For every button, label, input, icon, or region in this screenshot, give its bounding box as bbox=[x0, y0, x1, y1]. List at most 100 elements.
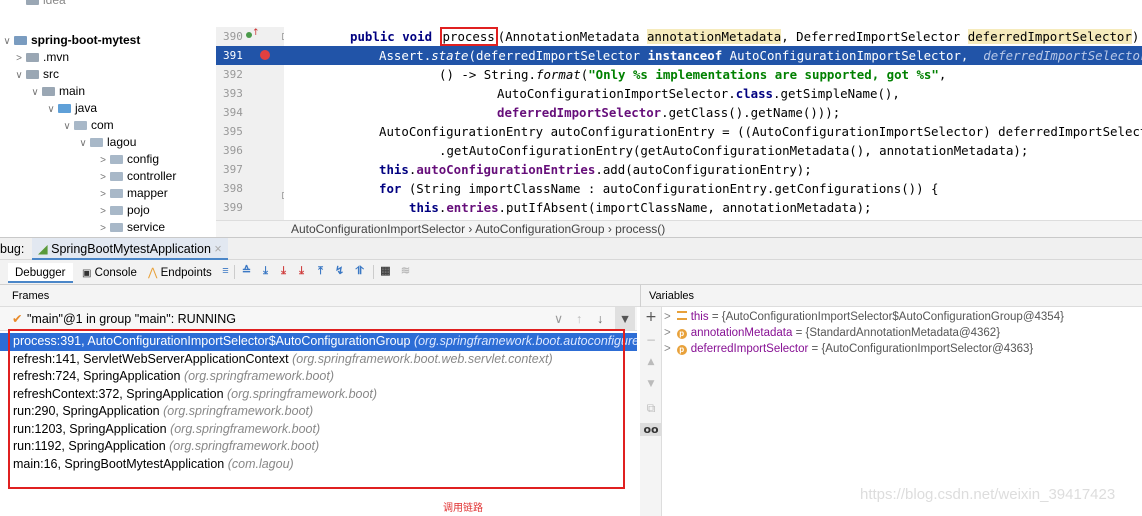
trace-icon[interactable]: ≋ bbox=[400, 266, 411, 277]
package-icon bbox=[74, 121, 87, 130]
chevron-down-icon[interactable]: ∨ bbox=[44, 101, 58, 118]
folder-icon bbox=[26, 70, 39, 79]
package-icon bbox=[110, 155, 123, 164]
move-up-icon[interactable]: ▲ bbox=[640, 357, 662, 367]
line-number: 393 bbox=[223, 87, 243, 100]
code-line-390: public void process (AnnotationMetadata a… bbox=[350, 27, 1140, 46]
tree-item-com[interactable]: ∨ com bbox=[60, 117, 113, 135]
show-execution-point-icon[interactable]: ≙ bbox=[241, 266, 252, 277]
tree-item-mapper[interactable]: > mapper bbox=[96, 185, 168, 202]
debug-session-tab[interactable]: ◢ SpringBootMytestApplication × bbox=[32, 238, 228, 260]
chevron-down-icon[interactable]: ∨ bbox=[0, 33, 14, 50]
parameter-icon: p bbox=[676, 329, 687, 339]
breadcrumb[interactable]: AutoConfigurationImportSelector › AutoCo… bbox=[216, 220, 1142, 237]
variable-row[interactable]: > p annotationMetadata = {StandardAnnotati… bbox=[664, 325, 1000, 341]
chevron-right-icon[interactable]: > bbox=[664, 327, 671, 339]
chevron-right-icon[interactable]: > bbox=[96, 203, 110, 220]
frames-menu-icon[interactable]: ≡ bbox=[220, 266, 231, 277]
tree-item-java[interactable]: ∨ java bbox=[44, 100, 97, 117]
show-watches-icon[interactable]: oo bbox=[640, 423, 662, 436]
variables-toolstrip: + − ▲ ▼ ⧉ oo bbox=[640, 307, 662, 516]
variable-row[interactable]: > p deferredImportSelector = {AutoConfigur… bbox=[664, 341, 1033, 357]
chevron-right-icon[interactable]: > bbox=[664, 311, 671, 323]
field-icon bbox=[676, 311, 687, 320]
checkmark-icon: ✔ bbox=[12, 312, 23, 326]
move-down-icon[interactable]: ▼ bbox=[640, 379, 662, 389]
tab-debugger[interactable]: Debugger bbox=[8, 263, 73, 283]
tree-item-controller[interactable]: > controller bbox=[96, 168, 176, 185]
tree-item-config[interactable]: > config bbox=[96, 151, 159, 168]
add-watch-icon[interactable]: + bbox=[640, 309, 662, 325]
copy-icon[interactable]: ⧉ bbox=[640, 401, 662, 416]
call-chain-annotation-box bbox=[8, 329, 625, 489]
arrow-up-icon[interactable]: ↑ bbox=[576, 307, 582, 331]
chevron-right-icon[interactable]: > bbox=[96, 220, 110, 236]
variables-header: Variables bbox=[641, 285, 1142, 307]
tree-item-src[interactable]: ∨ src bbox=[12, 66, 59, 83]
code-line-392: () -> String.format("Only %s implementat… bbox=[439, 67, 947, 82]
close-icon[interactable]: × bbox=[214, 242, 221, 256]
tree-item-idea[interactable]: idea bbox=[26, 0, 66, 9]
package-icon bbox=[110, 223, 123, 232]
step-out-icon[interactable]: ⤒ bbox=[315, 266, 326, 277]
arrow-up-icon: ↑ bbox=[252, 28, 260, 38]
method-name-highlight: process bbox=[439, 27, 498, 46]
tab-console[interactable]: ▣ Console bbox=[82, 263, 137, 283]
code-line-396: .getAutoConfigurationEntry(getAutoConfig… bbox=[439, 143, 1029, 158]
code-editor[interactable]: public void process (AnnotationMetadata a… bbox=[284, 27, 1142, 220]
inline-debug-hint: deferredImportSelector bbox=[983, 48, 1142, 63]
toolbar-divider bbox=[373, 265, 374, 279]
line-number: 398 bbox=[223, 182, 243, 195]
chevron-right-icon[interactable]: > bbox=[96, 169, 110, 186]
project-tree: idea ∨ spring-boot-mytest > .mvn ∨ src ∨ mai… bbox=[0, 0, 216, 236]
chevron-right-icon[interactable]: > bbox=[96, 186, 110, 203]
module-icon bbox=[14, 36, 27, 45]
parameter-icon: p bbox=[676, 345, 687, 355]
chevron-down-icon[interactable]: ∨ bbox=[12, 67, 26, 84]
tree-item-service[interactable]: > service bbox=[96, 219, 165, 236]
remove-watch-icon[interactable]: − bbox=[640, 333, 662, 347]
evaluate-expression-icon[interactable]: ▦ bbox=[380, 266, 391, 277]
run-config-icon: ◢ bbox=[38, 242, 48, 256]
line-number: 391 bbox=[223, 49, 243, 62]
step-into-icon[interactable]: ⤓ bbox=[278, 266, 289, 277]
tab-endpoints[interactable]: ⋀ Endpoints bbox=[148, 263, 212, 283]
line-number: 399 bbox=[223, 201, 243, 214]
breakpoint-icon[interactable] bbox=[260, 50, 270, 60]
package-icon bbox=[110, 172, 123, 181]
chevron-down-icon[interactable]: ∨ bbox=[554, 307, 563, 331]
chevron-right-icon[interactable]: > bbox=[12, 50, 26, 67]
frames-header: Frames bbox=[0, 285, 640, 307]
call-chain-annotation-caption: 调用链路 bbox=[443, 503, 483, 514]
chevron-right-icon[interactable]: > bbox=[664, 343, 671, 355]
step-over-icon[interactable]: ⤓ bbox=[260, 266, 271, 277]
console-icon: ▣ bbox=[82, 268, 92, 279]
line-number: 397 bbox=[223, 163, 243, 176]
tree-item-lagou[interactable]: ∨ lagou bbox=[76, 134, 136, 151]
folder-icon bbox=[26, 53, 39, 62]
tree-item-pojo[interactable]: > pojo bbox=[96, 202, 150, 219]
force-step-into-icon[interactable]: ⤓ bbox=[296, 266, 307, 277]
run-to-cursor-icon[interactable]: ⥣ bbox=[354, 266, 365, 277]
variable-row[interactable]: > this = {AutoConfigurationImportSelector… bbox=[664, 309, 1064, 325]
code-line-391-current: Assert.state(deferredImportSelector inst… bbox=[284, 46, 1142, 65]
chevron-right-icon[interactable]: > bbox=[96, 152, 110, 169]
code-line-394: deferredImportSelector.getClass().getNam… bbox=[497, 105, 841, 120]
tree-item-mvn[interactable]: > .mvn bbox=[12, 49, 69, 66]
debug-tool-window-header: bug: ◢ SpringBootMytestApplication × bbox=[0, 237, 1142, 260]
chevron-down-icon[interactable]: ∨ bbox=[60, 118, 74, 135]
arrow-down-icon[interactable]: ↓ bbox=[597, 307, 603, 331]
chevron-down-icon[interactable]: ∨ bbox=[28, 84, 42, 101]
line-number: 395 bbox=[223, 125, 243, 138]
tree-item-spring-boot-mytest[interactable]: ∨ spring-boot-mytest bbox=[0, 32, 140, 49]
package-icon bbox=[110, 206, 123, 215]
thread-selector[interactable]: ✔ "main"@1 in group "main": RUNNING ∨ ↑ … bbox=[0, 307, 637, 331]
code-line-399: this.entries.putIfAbsent(importClassName… bbox=[409, 200, 872, 215]
line-number: 396 bbox=[223, 144, 243, 157]
drop-frame-icon[interactable]: ↯ bbox=[334, 266, 345, 277]
tree-item-main[interactable]: ∨ main bbox=[28, 83, 85, 100]
filter-icon[interactable]: ▼ bbox=[615, 307, 635, 330]
code-line-397: this.autoConfigurationEntries.add(autoCo… bbox=[379, 162, 812, 177]
line-number: 394 bbox=[223, 106, 243, 119]
chevron-down-icon[interactable]: ∨ bbox=[76, 135, 90, 152]
